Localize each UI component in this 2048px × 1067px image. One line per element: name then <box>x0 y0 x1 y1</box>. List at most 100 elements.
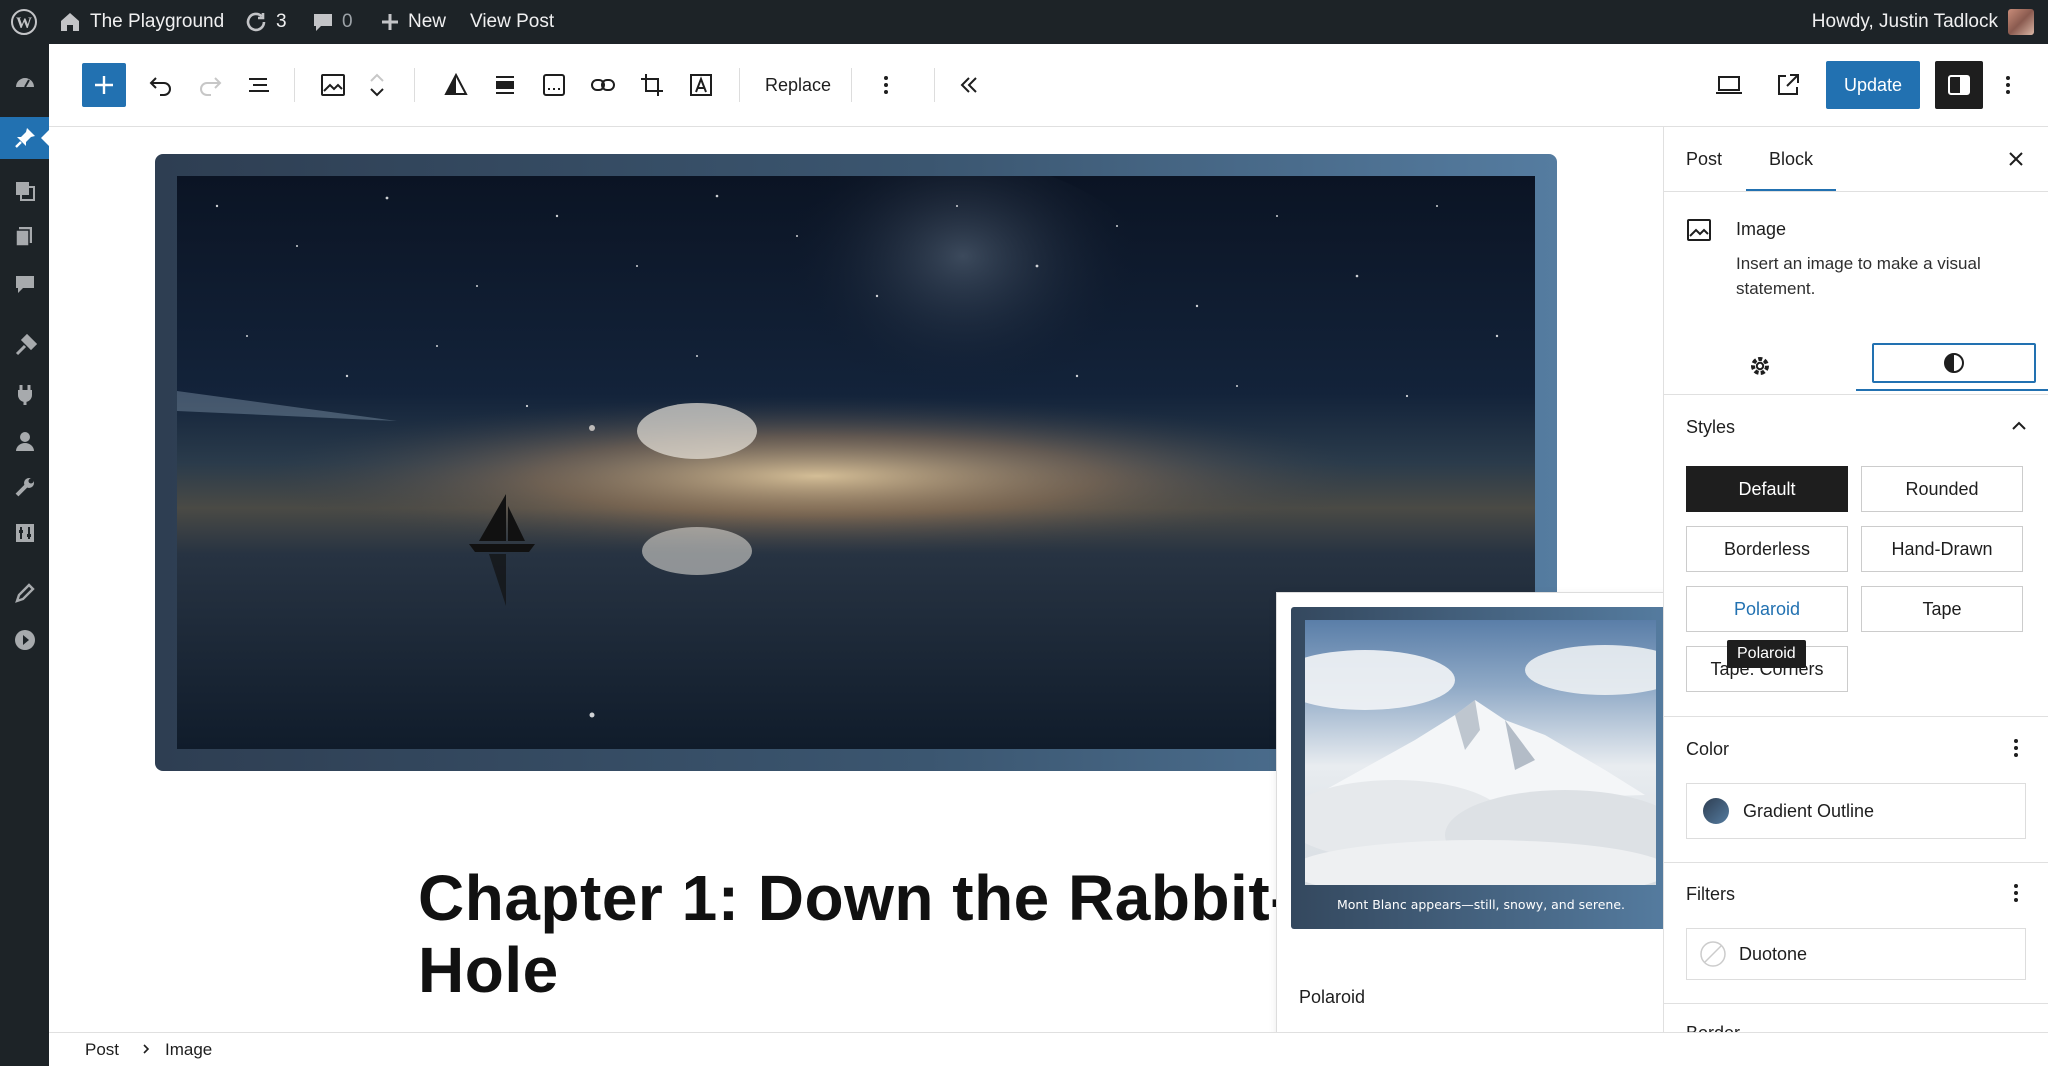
breadcrumb-post[interactable]: Post <box>85 1040 119 1060</box>
add-block-button[interactable] <box>82 63 126 107</box>
view-post-label: View Post <box>470 11 555 32</box>
new-content-link[interactable]: New <box>380 0 446 44</box>
tools-icon[interactable] <box>0 466 49 508</box>
update-button[interactable]: Update <box>1826 61 1920 109</box>
settings-icon[interactable] <box>0 512 49 554</box>
updates-icon <box>246 12 266 32</box>
style-rounded-button[interactable]: Rounded <box>1861 466 2023 512</box>
settings-subtab[interactable] <box>1664 341 1856 391</box>
updates-count: 3 <box>276 11 287 32</box>
styles-panel-title[interactable]: Styles <box>1686 417 1735 438</box>
align-button[interactable] <box>483 63 527 107</box>
dashboard-icon[interactable] <box>0 62 49 104</box>
options-menu-button[interactable] <box>1993 63 2023 107</box>
updates-link[interactable]: 3 <box>244 0 287 44</box>
external-link-icon <box>1778 74 1799 95</box>
pages-icon[interactable] <box>0 215 49 257</box>
style-tooltip: Polaroid <box>1727 640 1806 668</box>
style-default-button[interactable]: Default <box>1686 466 1848 512</box>
style-polaroid-button[interactable]: Polaroid <box>1686 586 1848 632</box>
admin-bar: W The Playground 3 0 New View Post Howdy… <box>0 0 2048 44</box>
plugins-icon[interactable] <box>0 373 49 415</box>
posts-pin-icon[interactable] <box>0 117 49 159</box>
avatar <box>2008 9 2034 35</box>
redo-button[interactable] <box>188 63 232 107</box>
style-hand-drawn-button[interactable]: Hand-Drawn <box>1861 526 2023 572</box>
more-vertical-icon <box>2006 76 2010 94</box>
comments-link[interactable]: 0 <box>312 0 353 44</box>
style-borderless-button[interactable]: Borderless <box>1686 526 1848 572</box>
preview-style-label: Polaroid <box>1299 987 1366 1007</box>
collapse-toolbar-button[interactable] <box>947 63 991 107</box>
contrast-icon <box>1944 353 1964 373</box>
styles-subtab[interactable] <box>1872 343 2036 383</box>
gradient-outline-color-item[interactable]: Gradient Outline <box>1686 783 2026 839</box>
caption-button[interactable] <box>532 63 576 107</box>
toolbar-divider <box>934 68 935 102</box>
comments-menu-icon[interactable] <box>0 263 49 305</box>
view-post-link[interactable]: View Post <box>470 0 554 44</box>
duotone-empty-icon <box>1700 941 1726 967</box>
mont-blanc-image <box>1305 620 1656 885</box>
chevron-up-icon[interactable] <box>368 71 386 85</box>
crop-button[interactable] <box>630 63 674 107</box>
appearance-icon[interactable] <box>0 325 49 367</box>
image-icon <box>321 74 345 96</box>
block-type-button[interactable] <box>311 63 355 107</box>
duotone-filter-item[interactable]: Duotone <box>1686 928 2026 980</box>
tab-block[interactable]: Block <box>1746 127 1836 192</box>
border-panel-title: Border <box>1686 1023 1740 1032</box>
preview-caption: Mont Blanc appears—still, snowy, and ser… <box>1336 897 1625 912</box>
text-overlay-button[interactable] <box>679 63 723 107</box>
undo-icon <box>149 77 171 96</box>
play-icon[interactable] <box>0 619 49 661</box>
account-menu[interactable]: Howdy, Justin Tadlock <box>1812 0 2034 44</box>
toolbar-divider <box>414 68 415 102</box>
divider <box>1664 1003 2048 1004</box>
align-center-icon <box>496 76 514 94</box>
greeting: Howdy, Justin Tadlock <box>1811 11 1998 32</box>
breadcrumb-image[interactable]: Image <box>165 1040 212 1060</box>
link-icon <box>591 79 615 91</box>
site-name-link[interactable]: The Playground <box>58 0 224 44</box>
replace-button[interactable]: Replace <box>753 63 843 107</box>
style-tape-button[interactable]: Tape <box>1861 586 2023 632</box>
plus-icon <box>382 14 398 30</box>
sidebar-icon <box>1948 75 1970 95</box>
more-vertical-icon <box>2014 884 2018 902</box>
move-block-buttons[interactable] <box>362 63 392 107</box>
undo-button[interactable] <box>139 63 183 107</box>
post-heading[interactable]: Chapter 1: Down the Rabbit-Hole <box>418 862 1318 1006</box>
close-icon <box>2009 152 2023 166</box>
pencil-icon[interactable] <box>0 572 49 614</box>
plus-icon <box>95 76 113 94</box>
preview-button[interactable] <box>1707 63 1751 107</box>
list-view-icon <box>249 78 269 92</box>
chevron-double-left-icon <box>960 77 977 93</box>
toolbar-divider <box>294 68 295 102</box>
apply-duotone-button[interactable] <box>434 63 478 107</box>
desktop-icon <box>1716 76 1742 94</box>
document-overview-button[interactable] <box>237 63 281 107</box>
view-post-button[interactable] <box>1766 63 1810 107</box>
home-icon <box>61 13 79 31</box>
block-options-button[interactable] <box>871 63 901 107</box>
close-sidebar-button[interactable] <box>2001 127 2031 191</box>
more-vertical-icon <box>884 76 888 94</box>
settings-sidebar-toggle[interactable] <box>1935 61 1983 109</box>
chevron-up-icon[interactable] <box>2010 417 2028 435</box>
media-icon[interactable] <box>0 170 49 212</box>
toolbar-divider <box>851 68 852 102</box>
link-button[interactable] <box>581 63 625 107</box>
users-icon[interactable] <box>0 420 49 462</box>
tab-post[interactable]: Post <box>1686 127 1722 191</box>
duotone-label: Duotone <box>1739 943 1808 964</box>
style-preview-popover: Mont Blanc appears—still, snowy, and ser… <box>1276 592 1663 1032</box>
admin-menu <box>0 44 49 1066</box>
divider <box>1664 716 2048 717</box>
divider <box>1664 862 2048 863</box>
wordpress-logo-icon[interactable]: W <box>10 0 46 44</box>
block-image-icon <box>1686 217 1712 243</box>
breadcrumb-separator-icon <box>139 1039 153 1059</box>
chevron-down-icon[interactable] <box>368 85 386 99</box>
